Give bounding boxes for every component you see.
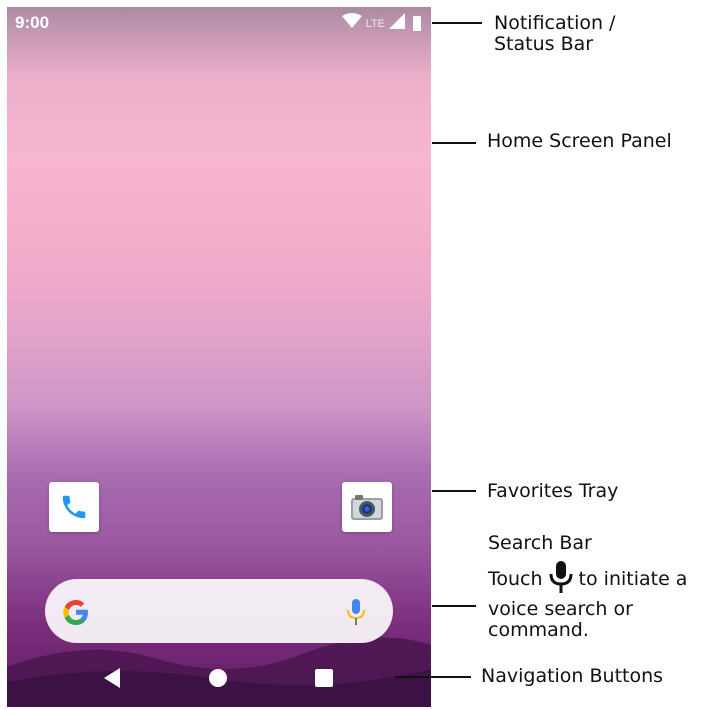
- phone-icon: [62, 495, 86, 519]
- battery-icon: [413, 16, 421, 31]
- callout-search-bar: Search Bar Touch to initiate a voice sear…: [488, 533, 713, 641]
- back-button[interactable]: [97, 663, 127, 693]
- callout-voice-line1: voice search or: [488, 598, 633, 620]
- mic-icon: [549, 560, 573, 599]
- callout-touch-line: Touch to initiate a: [488, 560, 713, 599]
- callout-status-line1: Notification /: [494, 12, 616, 34]
- callout-touch-prefix: Touch: [488, 568, 543, 590]
- phone-screen: 9:00 LTE: [7, 7, 431, 707]
- callout-line-favorites: [432, 490, 476, 492]
- back-icon: [104, 668, 120, 688]
- callout-line-nav: [395, 676, 471, 678]
- camera-app-icon[interactable]: [342, 482, 392, 532]
- navigation-bar: [7, 649, 431, 707]
- recents-icon: [315, 669, 333, 687]
- callout-line-search: [432, 605, 476, 607]
- phone-app-icon[interactable]: [49, 482, 99, 532]
- recents-button[interactable]: [309, 663, 339, 693]
- callout-line-home: [432, 142, 476, 144]
- status-time: 9:00: [15, 13, 50, 32]
- home-button[interactable]: [203, 663, 233, 693]
- status-bar[interactable]: 9:00 LTE: [7, 7, 431, 37]
- callout-voice-line2: command.: [488, 619, 589, 641]
- network-type: LTE: [365, 17, 385, 30]
- mic-icon[interactable]: [345, 597, 367, 632]
- callout-touch-suffix: to initiate a: [578, 568, 688, 590]
- home-icon: [209, 669, 227, 687]
- signal-icon: [389, 13, 405, 34]
- callout-status-line2: Status Bar: [494, 33, 594, 55]
- google-search-bar[interactable]: [45, 579, 393, 643]
- google-g-icon: [61, 597, 91, 632]
- status-icons: LTE: [341, 13, 421, 34]
- callout-status-bar: Notification / Status Bar: [494, 13, 615, 55]
- callout-line-status: [432, 22, 482, 24]
- camera-icon: [351, 495, 383, 520]
- wifi-icon: [341, 13, 362, 34]
- callout-nav-buttons: Navigation Buttons: [481, 665, 664, 687]
- callout-home-panel: Home Screen Panel: [487, 130, 672, 152]
- callout-favorites-tray: Favorites Tray: [487, 480, 619, 502]
- callout-search-title: Search Bar: [488, 532, 592, 554]
